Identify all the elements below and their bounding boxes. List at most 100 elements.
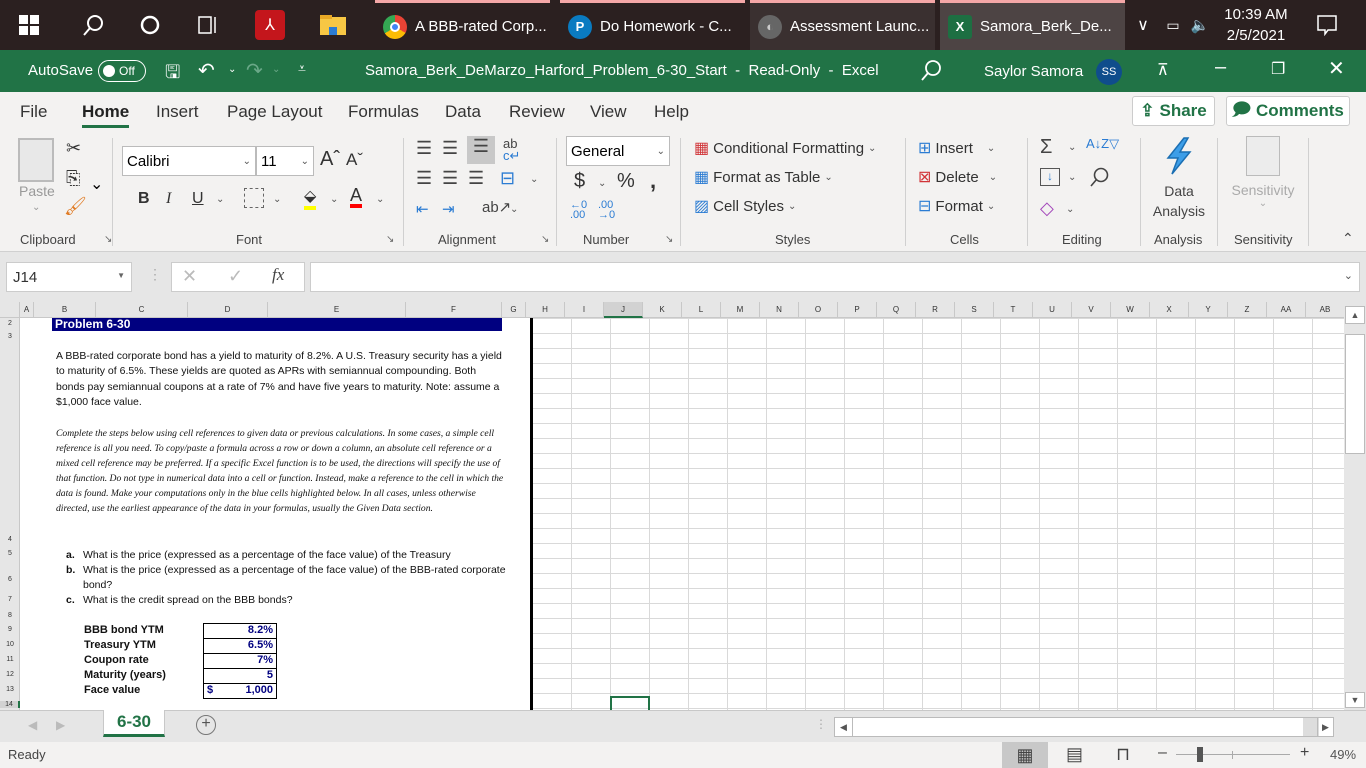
formula-bar-grip-icon[interactable]: ⋮ [148, 266, 162, 283]
cell-grid[interactable] [532, 318, 1344, 710]
font-launcher-icon[interactable]: ↘ [386, 234, 394, 245]
data-analysis-button[interactable]: Data Analysis [1150, 136, 1208, 221]
autosum-dropdown-icon[interactable]: ⌄ [1068, 142, 1076, 153]
expand-formula-bar-icon[interactable]: ⌄ [1344, 269, 1353, 282]
insert-function-icon[interactable]: fx [272, 265, 284, 285]
autosave-toggle[interactable]: Off [98, 60, 146, 82]
paste-button[interactable]: Paste [19, 183, 55, 199]
find-select-icon[interactable] [1088, 166, 1110, 193]
cell-styles-button[interactable]: ▨ Cell Styles ⌄ [694, 196, 796, 216]
restore-button[interactable]: ❐ [1271, 59, 1285, 79]
row-header-10[interactable]: 10 [0, 641, 20, 648]
column-header-g[interactable]: G [502, 302, 526, 318]
tab-file[interactable]: File [20, 102, 47, 122]
user-avatar[interactable]: SS [1096, 59, 1122, 85]
zoom-slider-thumb[interactable] [1197, 747, 1204, 762]
column-header-n[interactable]: N [760, 302, 799, 318]
font-color-icon[interactable]: A [350, 186, 363, 208]
close-button[interactable]: ✕ [1328, 56, 1345, 81]
given-label[interactable]: Face value [84, 683, 166, 698]
row-header-14[interactable]: 14 [0, 701, 20, 708]
action-center-icon[interactable] [1312, 10, 1342, 40]
font-name-select[interactable]: Calibri ⌄ [122, 146, 256, 176]
column-header-p[interactable]: P [838, 302, 877, 318]
align-right-icon[interactable]: ☰ [468, 168, 484, 189]
formula-input[interactable]: ⌄ [310, 262, 1360, 292]
tab-split-grip-icon[interactable]: ⋮ [815, 717, 827, 731]
font-size-select[interactable]: 11 ⌄ [256, 146, 314, 176]
column-header-x[interactable]: X [1150, 302, 1189, 318]
file-explorer-icon[interactable] [318, 10, 348, 40]
number-launcher-icon[interactable]: ↘ [665, 234, 673, 245]
given-value-cell[interactable]: $1,000 [204, 684, 276, 698]
volume-icon[interactable]: 🔈 [1185, 10, 1215, 40]
search-icon[interactable] [920, 59, 942, 86]
tab-view[interactable]: View [590, 102, 627, 122]
horizontal-scrollbar[interactable]: ◀ ▶ [834, 717, 1334, 737]
copy-icon[interactable]: ⎘ [66, 168, 80, 189]
row-header-2[interactable]: 2 [0, 320, 20, 327]
row-header-3[interactable]: 3 [0, 333, 20, 340]
fill-color-dropdown-icon[interactable]: ⌄ [330, 194, 338, 205]
tab-insert[interactable]: Insert [156, 102, 199, 122]
scroll-up-icon[interactable]: ▲ [1345, 306, 1365, 324]
clear-dropdown-icon[interactable]: ⌄ [1066, 204, 1074, 215]
autosum-icon[interactable]: Σ [1040, 136, 1052, 159]
battery-icon[interactable]: ▭ [1158, 10, 1188, 40]
align-left-icon[interactable]: ☰ [416, 168, 432, 189]
cortana-icon[interactable] [135, 10, 165, 40]
sort-filter-icon[interactable]: A↓Z▽ [1086, 136, 1119, 152]
tab-page-layout[interactable]: Page Layout [227, 102, 322, 122]
decrease-font-size-icon[interactable]: Aˇ [346, 150, 363, 170]
undo-dropdown-icon[interactable]: ⌄ [228, 64, 236, 75]
increase-decimal-icon[interactable]: ←0.00 [570, 200, 587, 221]
given-label[interactable]: Coupon rate [84, 653, 166, 668]
column-header-s[interactable]: S [955, 302, 994, 318]
question-a[interactable]: a. What is the price (expressed as a perc… [66, 548, 506, 563]
cut-icon[interactable]: ✂ [66, 138, 81, 159]
given-label[interactable]: Treasury YTM [84, 638, 166, 653]
minimize-button[interactable]: – [1215, 56, 1226, 79]
orientation-dropdown-icon[interactable]: ⌄ [510, 204, 518, 215]
save-icon[interactable]: 🖫 [165, 60, 180, 90]
windows-start-icon[interactable] [14, 10, 44, 40]
scroll-left-icon[interactable]: ◀ [835, 718, 853, 736]
column-header-j[interactable]: J [604, 302, 643, 318]
vertical-scroll-thumb[interactable] [1345, 334, 1365, 454]
comments-button[interactable]: 🗩 Comments [1226, 96, 1350, 126]
increase-font-size-icon[interactable]: Aˆ [320, 148, 340, 171]
tab-formulas[interactable]: Formulas [348, 102, 419, 122]
column-header-i[interactable]: I [565, 302, 604, 318]
scroll-right-icon[interactable]: ▶ [1317, 718, 1333, 736]
taskbar-app-chrome[interactable]: A BBB-rated Corp... [375, 0, 550, 50]
copy-dropdown-icon[interactable]: ⌄ [90, 174, 103, 194]
search-icon[interactable] [78, 10, 108, 40]
instructions-text[interactable]: Complete the steps below using cell refe… [56, 426, 508, 517]
clear-icon[interactable]: ◇ [1040, 198, 1054, 219]
user-name[interactable]: Saylor Samora [984, 63, 1083, 80]
new-sheet-button[interactable]: + [196, 715, 216, 735]
taskbar-app-assessment[interactable]: ◐ Assessment Launc... [750, 0, 935, 50]
accounting-format-icon[interactable]: $ [574, 170, 585, 193]
collapse-ribbon-icon[interactable]: ⌃ [1342, 230, 1354, 247]
zoom-level[interactable]: 49% [1330, 747, 1356, 762]
column-header-u[interactable]: U [1033, 302, 1072, 318]
column-header-aa[interactable]: AA [1267, 302, 1306, 318]
fill-dropdown-icon[interactable]: ⌄ [1068, 172, 1076, 183]
row-header-7[interactable]: 7 [0, 596, 20, 603]
normal-view-button[interactable]: ▦ [1002, 742, 1048, 768]
tab-review[interactable]: Review [509, 102, 565, 122]
column-header-a[interactable]: A [20, 302, 34, 318]
given-value-cell[interactable]: 5 [204, 669, 276, 684]
top-align-icon[interactable]: ☰ [416, 138, 432, 159]
page-layout-view-icon[interactable]: ▤ [1066, 744, 1083, 765]
given-value-cell[interactable]: 6.5% [204, 639, 276, 654]
percent-style-icon[interactable]: % [617, 170, 635, 193]
fill-color-icon[interactable]: ⬙ [304, 186, 317, 210]
row-header-13[interactable]: 13 [0, 686, 20, 693]
page-break-preview-icon[interactable]: ⊓ [1116, 744, 1130, 765]
show-hidden-icons-icon[interactable]: ∨ [1128, 10, 1158, 40]
row-header-4[interactable]: 4 [0, 536, 20, 543]
zoom-in-button[interactable]: + [1300, 744, 1309, 762]
column-header-q[interactable]: Q [877, 302, 916, 318]
